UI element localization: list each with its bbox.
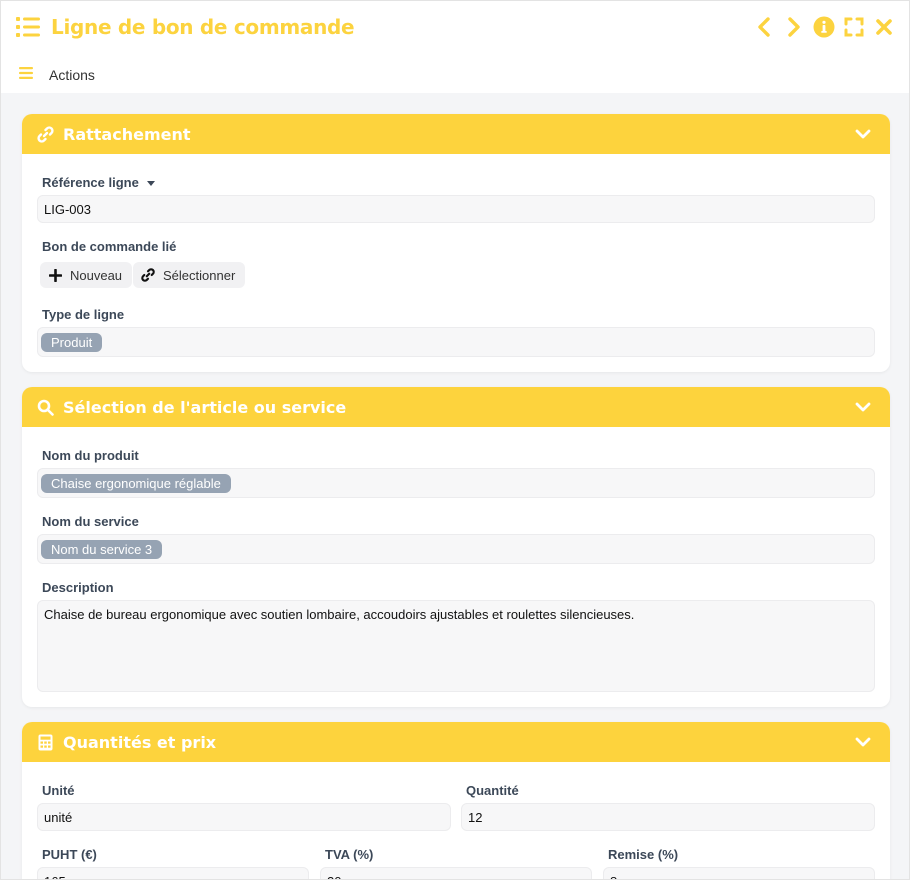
link-icon [141, 268, 155, 282]
section-selection: Sélection de l'article ou service Nom du… [22, 387, 890, 707]
tva-label: TVA (%) [325, 847, 374, 862]
section-header-selection[interactable]: Sélection de l'article ou service [22, 387, 890, 427]
info-icon[interactable] [813, 16, 835, 38]
service-chip: Nom du service 3 [41, 539, 163, 559]
quantity-input[interactable]: 12 [461, 803, 875, 831]
actions-menu[interactable]: Actions [19, 63, 95, 87]
type-ligne-label: Type de ligne [42, 307, 125, 322]
section-title: Sélection de l'article ou service [63, 397, 347, 417]
reference-input[interactable]: LIG-003 [37, 195, 875, 223]
puht-input[interactable]: 165 [37, 867, 309, 879]
window: Ligne de bon de commande Actions Rattach… [0, 0, 910, 880]
chevron-down-icon[interactable] [854, 125, 872, 143]
unit-label: Unité [42, 783, 75, 798]
section-title: Rattachement [63, 124, 191, 144]
section-rattachement: Rattachement Référence ligne LIG-003 Bon… [22, 114, 890, 372]
top-bar: Ligne de bon de commande Actions [1, 1, 909, 93]
bon-commande-label: Bon de commande lié [42, 239, 177, 254]
remise-label: Remise (%) [608, 847, 679, 862]
section-title: Quantités et prix [63, 732, 217, 752]
select-button[interactable]: Sélectionner [133, 262, 246, 288]
tva-input[interactable]: 20 [320, 867, 592, 879]
product-chip: Chaise ergonomique réglable [41, 473, 231, 493]
reference-label[interactable]: Référence ligne [42, 175, 155, 190]
section-quantites: Quantités et prix Unité unité Quantité 1… [22, 722, 890, 879]
hamburger-icon [19, 66, 33, 84]
list-icon [15, 14, 41, 40]
title-row: Ligne de bon de commande [15, 11, 355, 43]
puht-label: PUHT (€) [42, 847, 97, 862]
new-button[interactable]: Nouveau [40, 262, 133, 288]
link-icon [36, 125, 54, 143]
unit-input[interactable]: unité [37, 803, 451, 831]
window-controls [753, 13, 895, 41]
plus-icon [48, 268, 62, 282]
search-icon [36, 398, 54, 416]
sort-caret-icon [146, 181, 155, 187]
quantity-label: Quantité [466, 783, 519, 798]
remise-input[interactable]: 8 [603, 867, 875, 879]
type-ligne-field[interactable]: Produit [37, 327, 875, 357]
product-label: Nom du produit [42, 448, 139, 463]
description-label: Description [42, 580, 114, 595]
service-label: Nom du service [42, 514, 139, 529]
close-icon[interactable] [873, 16, 895, 38]
calculator-icon [36, 733, 54, 751]
chevron-down-icon[interactable] [854, 398, 872, 416]
chevron-right-icon[interactable] [783, 16, 805, 38]
type-chip: Produit [41, 332, 103, 352]
product-field[interactable]: Chaise ergonomique réglable [37, 468, 875, 498]
window-title: Ligne de bon de commande [51, 15, 355, 39]
chevron-left-icon[interactable] [753, 16, 775, 38]
actions-label: Actions [49, 67, 95, 83]
service-field[interactable]: Nom du service 3 [37, 534, 875, 564]
fullscreen-icon[interactable] [843, 16, 865, 38]
chevron-down-icon[interactable] [854, 733, 872, 751]
section-header-rattachement[interactable]: Rattachement [22, 114, 890, 154]
description-textarea[interactable]: Chaise de bureau ergonomique avec soutie… [37, 600, 875, 692]
section-header-quantites[interactable]: Quantités et prix [22, 722, 890, 762]
